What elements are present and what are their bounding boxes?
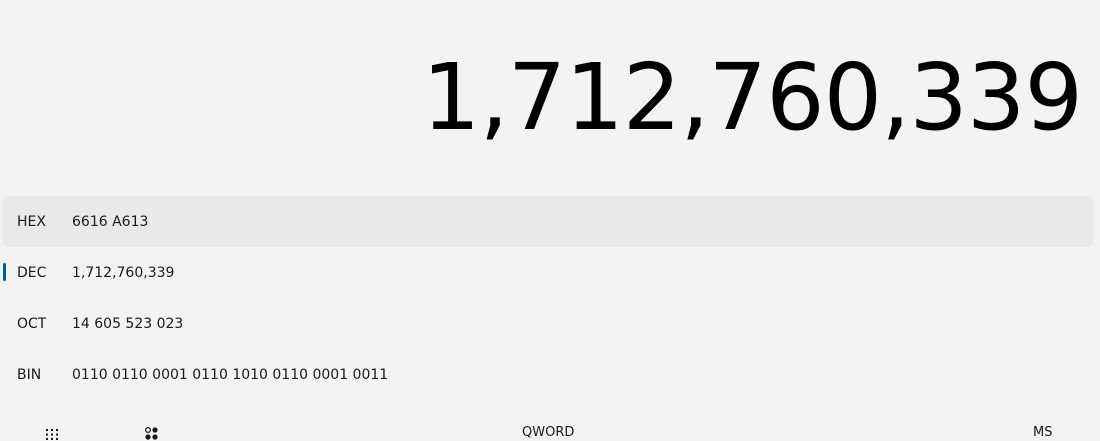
bit-toggling-keypad-icon[interactable] bbox=[144, 426, 160, 441]
radix-label-oct: OCT bbox=[17, 315, 47, 332]
result-display: 1,712,760,339 bbox=[421, 44, 1083, 151]
radix-value-bin: 0110 0110 0001 0110 1010 0110 0001 0011 bbox=[72, 366, 389, 383]
radix-row-hex[interactable]: HEX 6616 A613 bbox=[3, 196, 1093, 247]
radix-label-hex: HEX bbox=[17, 213, 46, 230]
radix-value-dec: 1,712,760,339 bbox=[72, 264, 175, 281]
radix-list: HEX 6616 A613 DEC 1,712,760,339 OCT 14 6… bbox=[3, 196, 1093, 400]
keypad-toolbar: QWORD MS bbox=[0, 420, 1100, 441]
radix-value-oct: 14 605 523 023 bbox=[72, 315, 184, 332]
radix-label-bin: BIN bbox=[17, 366, 42, 383]
radix-row-oct[interactable]: OCT 14 605 523 023 bbox=[3, 298, 1093, 349]
memory-store-button[interactable]: MS bbox=[1033, 426, 1052, 439]
word-size-button[interactable]: QWORD bbox=[522, 426, 574, 439]
full-keypad-icon[interactable] bbox=[45, 428, 61, 441]
radix-row-dec[interactable]: DEC 1,712,760,339 bbox=[3, 247, 1093, 298]
radix-label-dec: DEC bbox=[17, 264, 47, 281]
radix-value-hex: 6616 A613 bbox=[72, 213, 149, 230]
selection-indicator bbox=[3, 263, 6, 281]
radix-row-bin[interactable]: BIN 0110 0110 0001 0110 1010 0110 0001 0… bbox=[3, 349, 1093, 400]
